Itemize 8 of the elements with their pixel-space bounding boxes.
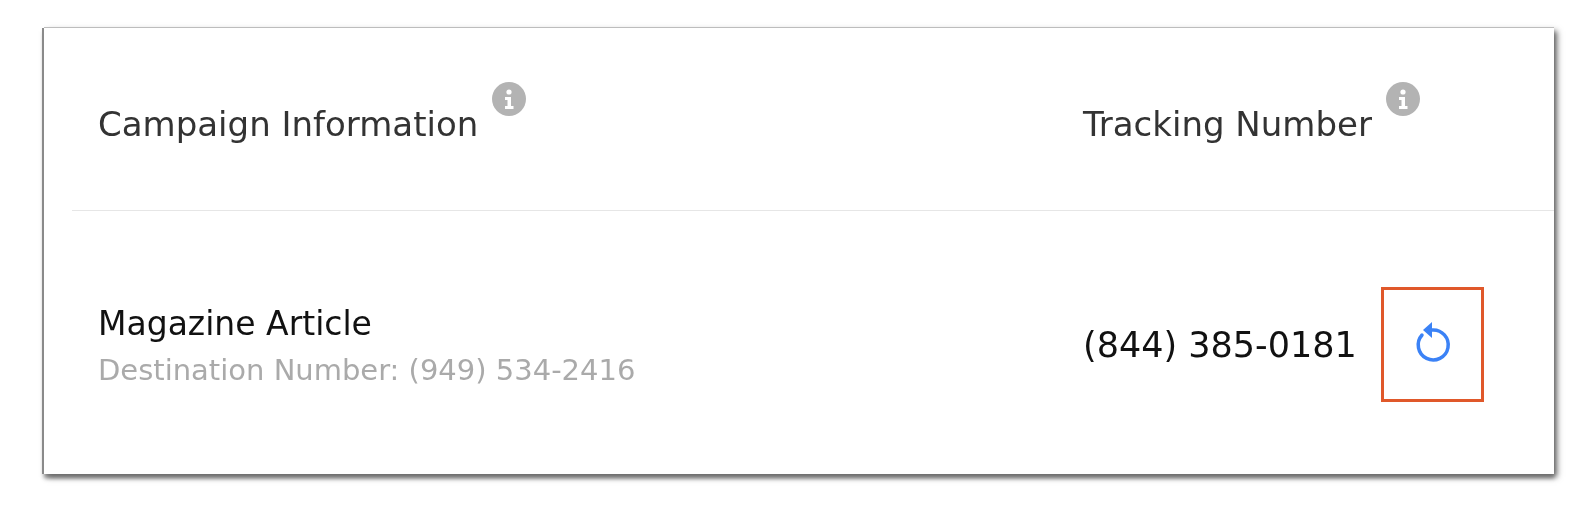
column-header: Tracking Number: [1083, 104, 1372, 144]
info-icon[interactable]: [1385, 82, 1420, 116]
info-icon[interactable]: [492, 82, 527, 116]
tracking-number: (844) 385-0181: [1083, 324, 1357, 365]
column-header: Campaign Information: [98, 104, 479, 144]
destination-number: Destination Number: (949) 534-2416: [98, 353, 637, 387]
refresh-button[interactable]: [1380, 287, 1484, 402]
campaign-name: Magazine Article: [98, 304, 373, 343]
